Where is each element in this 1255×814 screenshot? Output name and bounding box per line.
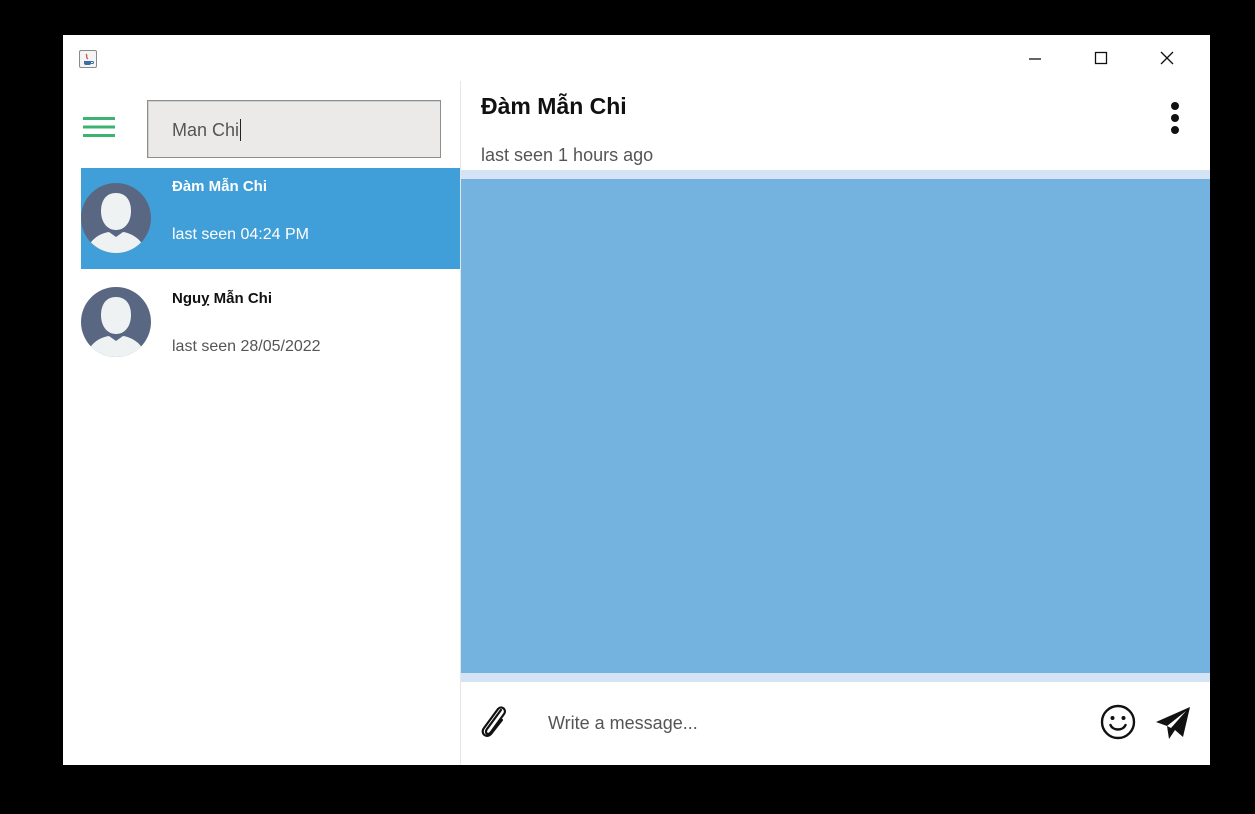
chat-title: Đàm Mẫn Chi bbox=[481, 93, 627, 119]
chat-last-seen: last seen 1 hours ago bbox=[481, 145, 654, 165]
java-app-icon bbox=[79, 50, 97, 68]
search-input[interactable]: Man Chi bbox=[147, 100, 441, 158]
app-window: Man Chi Đàm Mẫn Chi last seen 04:24 PM N… bbox=[63, 35, 1210, 765]
send-icon[interactable] bbox=[1153, 704, 1193, 742]
message-composer bbox=[461, 682, 1210, 765]
search-input-value: Man Chi bbox=[172, 119, 242, 141]
emoji-icon[interactable] bbox=[1098, 702, 1138, 742]
contacts-sidebar: Man Chi Đàm Mẫn Chi last seen 04:24 PM N… bbox=[63, 81, 460, 765]
contact-last-seen: last seen 28/05/2022 bbox=[172, 338, 321, 355]
title-bar bbox=[63, 35, 1210, 81]
contact-name: Đàm Mẫn Chi bbox=[172, 178, 268, 195]
contact-last-seen: last seen 04:24 PM bbox=[172, 226, 309, 243]
more-options-icon[interactable] bbox=[1167, 101, 1183, 141]
contact-name: Nguỵ Mẫn Chi bbox=[172, 290, 272, 307]
message-input[interactable] bbox=[548, 706, 1068, 740]
hamburger-menu-icon[interactable] bbox=[83, 115, 115, 139]
paperclip-icon[interactable] bbox=[475, 701, 511, 741]
contact-item-dam-man-chi[interactable]: Đàm Mẫn Chi last seen 04:24 PM bbox=[81, 168, 460, 269]
minimize-button[interactable] bbox=[1020, 45, 1050, 71]
contact-item-nguy-man-chi[interactable]: Nguỵ Mẫn Chi last seen 28/05/2022 bbox=[81, 280, 460, 381]
avatar bbox=[81, 183, 151, 253]
close-button[interactable] bbox=[1152, 45, 1182, 71]
message-area[interactable] bbox=[461, 170, 1210, 682]
avatar bbox=[81, 287, 151, 357]
maximize-button[interactable] bbox=[1086, 45, 1116, 71]
chat-header: Đàm Mẫn Chi last seen 1 hours ago bbox=[461, 81, 1210, 170]
